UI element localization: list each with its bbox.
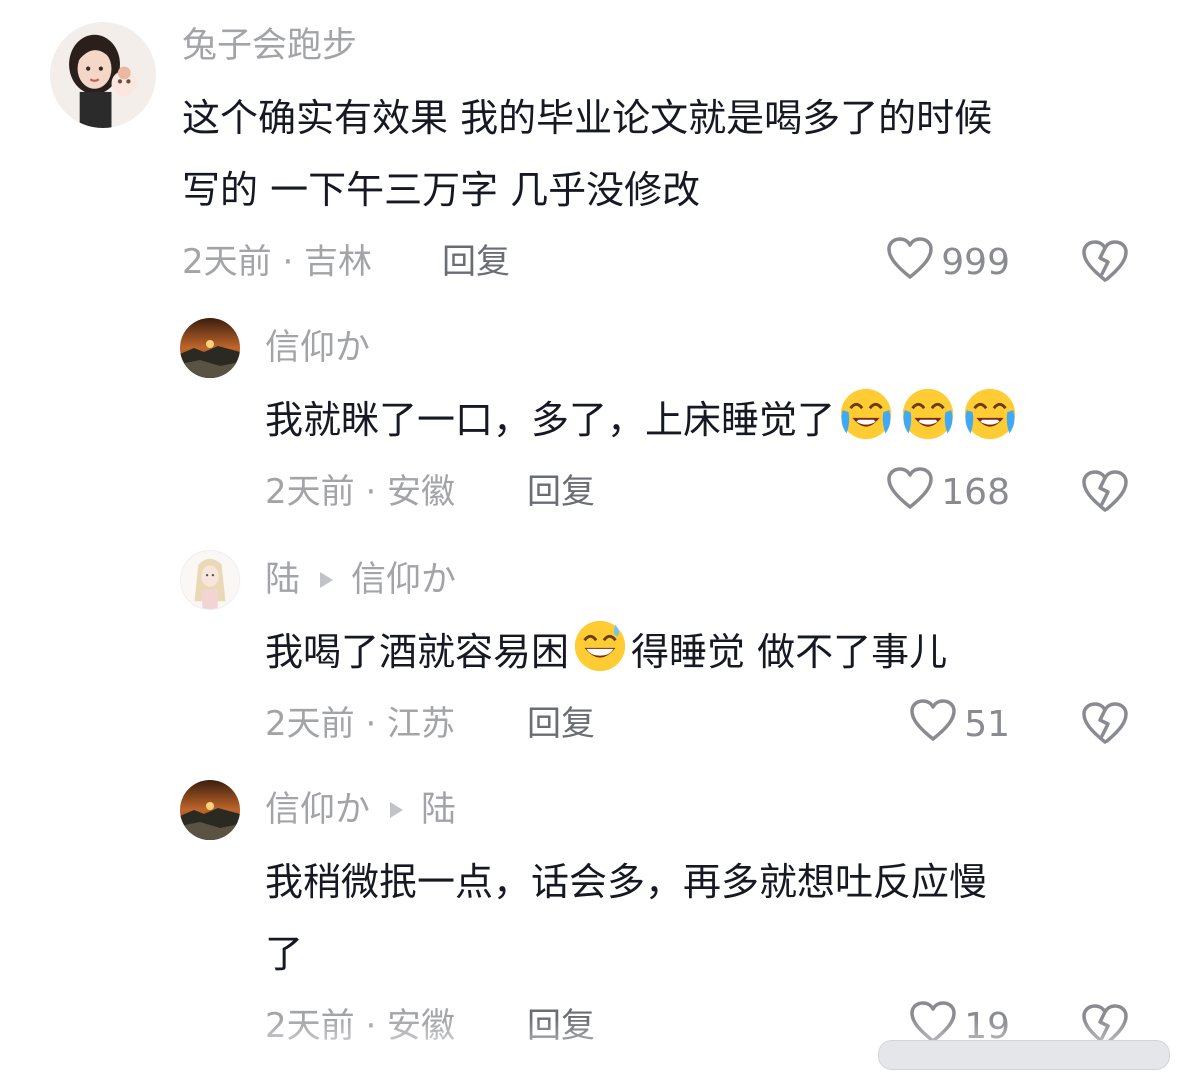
dislike-button[interactable] [1080,238,1130,284]
broken-heart-icon [1082,470,1128,512]
like-button[interactable]: 51 [860,698,1010,746]
username[interactable]: 信仰か [265,790,370,830]
like-button[interactable]: 168 [860,466,1010,514]
crying-laughing-emoji [899,385,957,443]
comment-meta: 2天前 · 安徽 [265,472,456,512]
comment-text-content: 我就眯了一口，多了，上床睡觉了 [265,398,836,442]
like-count: 168 [941,471,1010,513]
like-count: 999 [941,241,1010,283]
reply-arrow-icon [320,572,334,588]
avatar[interactable] [180,780,240,840]
avatar[interactable] [50,22,156,128]
comment-text: 我就眯了一口，多了，上床睡觉了 [265,384,1021,456]
horizontal-scroll-indicator[interactable] [878,1040,1170,1070]
username-reply-chain: 信仰か 陆 [265,788,456,832]
broken-heart-icon [1082,240,1128,282]
grinning-sweat-emoji [571,617,629,675]
reply-button[interactable]: 回复 [442,240,510,284]
avatar[interactable] [180,550,240,610]
comment-text-line2: 了 [265,932,304,976]
comment-text: 我稍微抿一点，话会多，再多就想吐反应慢 [265,860,988,904]
username[interactable]: 信仰か [265,326,370,370]
username-reply-chain: 陆 信仰か [265,558,456,602]
comment-text-line2: 写的 一下午三万字 几乎没修改 [182,168,701,212]
comment-text: 这个确实有效果 我的毕业论文就是喝多了的时候 [182,96,993,140]
comment-text-before: 我喝了酒就容易困 [265,630,570,674]
reply-to-username[interactable]: 信仰か [351,560,456,600]
username[interactable]: 兔子会跑步 [182,24,357,68]
like-count: 51 [964,703,1010,745]
heart-icon [885,465,941,520]
reply-to-username[interactable]: 陆 [421,790,456,830]
heart-icon [885,235,941,290]
comment-text: 我喝了酒就容易困 得睡觉 做不了事儿 [265,616,947,688]
reply-button[interactable]: 回复 [527,470,595,514]
crying-laughing-emoji [961,385,1019,443]
comment-meta: 2天前 · 吉林 [182,242,373,282]
dislike-button[interactable] [1080,468,1130,514]
comment-text-after: 得睡觉 做不了事儿 [631,630,948,674]
heart-icon [908,697,964,752]
comment-meta: 2天前 · 江苏 [265,704,456,744]
broken-heart-icon [1082,702,1128,744]
reply-button[interactable]: 回复 [527,702,595,746]
dislike-button[interactable] [1080,700,1130,746]
avatar[interactable] [180,318,240,378]
like-button[interactable]: 999 [860,236,1010,284]
crying-laughing-emoji [837,385,895,443]
username[interactable]: 陆 [265,560,300,600]
reply-arrow-icon [390,802,404,818]
